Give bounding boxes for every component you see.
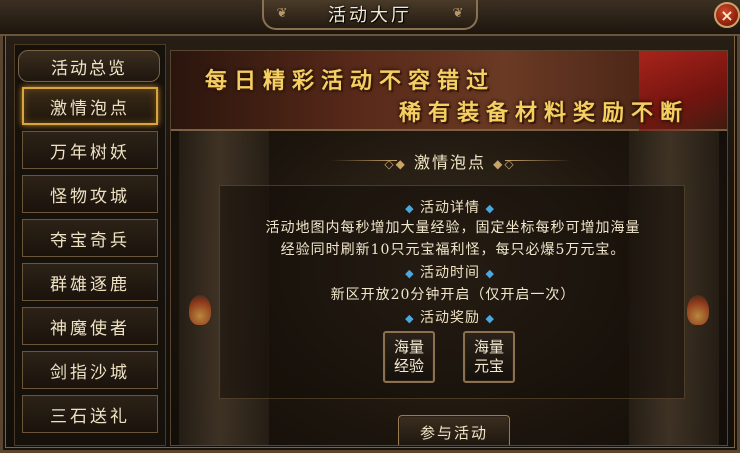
reward-item-ingots[interactable]: 海量 元宝 xyxy=(463,331,515,383)
sidebar-item-label: 三石送礼 xyxy=(50,406,130,427)
diamond-ornament-icon: ◆◇ xyxy=(493,157,516,171)
sidebar-item-tree-demon[interactable]: 万年树妖 xyxy=(22,131,158,169)
close-icon: × xyxy=(720,5,734,25)
details-text-line1: 活动地图内每秒增加大量经验，固定坐标每秒可增加海量 xyxy=(265,220,641,236)
sidebar-item-label: 神魔使者 xyxy=(50,318,130,339)
sidebar-item-label: 夺宝奇兵 xyxy=(50,230,130,251)
sidebar-item-label: 群雄逐鹿 xyxy=(50,274,130,295)
details-text-line2: 经验同时刷新10只元宝福利怪，每只必爆5万元宝。 xyxy=(280,242,626,258)
sidebar-item-three-stone-gift[interactable]: 三石送礼 xyxy=(22,395,158,433)
sidebar-item-label: 怪物攻城 xyxy=(50,186,130,207)
time-heading: ◆ 活动时间 ◆ xyxy=(405,265,495,281)
diamond-icon: ◆ xyxy=(485,267,495,280)
sidebar-item-god-demon-envoy[interactable]: 神魔使者 xyxy=(22,307,158,345)
scroll-ornament-icon: ❦ xyxy=(452,6,464,21)
promo-banner: 每日精彩活动不容错过 稀有装备材料奖励不断 xyxy=(171,51,727,131)
reward-label-line2: 经验 xyxy=(393,357,424,375)
reward-label-line2: 元宝 xyxy=(473,357,504,375)
sidebar-item-label: 剑指沙城 xyxy=(50,362,130,383)
activity-title: ◇◆ 激情泡点 ◆◇ xyxy=(384,153,516,172)
sidebar-item-sword-sand-city[interactable]: 剑指沙城 xyxy=(22,351,158,389)
diamond-icon: ◆ xyxy=(405,202,415,215)
banner-slogan-2: 稀有装备材料奖励不断 xyxy=(399,100,690,126)
time-text: 新区开放20分钟开启（仅开启一次） xyxy=(330,287,576,303)
sidebar-item-passion-bubble[interactable]: 激情泡点 xyxy=(22,87,158,125)
reward-label-line1: 海量 xyxy=(473,338,504,356)
sidebar-item-monster-siege[interactable]: 怪物攻城 xyxy=(22,175,158,213)
close-button[interactable]: × xyxy=(714,2,740,28)
join-activity-button[interactable]: 参与活动 xyxy=(398,415,510,445)
diamond-icon: ◆ xyxy=(405,267,415,280)
reward-item-experience[interactable]: 海量 经验 xyxy=(383,331,435,383)
sidebar-item-heroes-contest[interactable]: 群雄逐鹿 xyxy=(22,263,158,301)
title-plaque: ❦ 活动大厅 ❦ xyxy=(262,0,478,30)
reward-heading: ◆ 活动奖励 ◆ xyxy=(405,310,495,326)
banner-slogan-1: 每日精彩活动不容错过 xyxy=(205,68,496,94)
window-title: 活动大厅 xyxy=(328,5,412,26)
diamond-icon: ◆ xyxy=(485,202,495,215)
sidebar-header: 活动总览 xyxy=(18,50,160,82)
diamond-ornament-icon: ◇◆ xyxy=(384,157,407,171)
sidebar-item-label: 万年树妖 xyxy=(50,142,130,163)
sidebar-item-label: 激情泡点 xyxy=(50,98,130,119)
reward-label-line1: 海量 xyxy=(393,338,424,356)
sidebar-item-treasure-raiders[interactable]: 夺宝奇兵 xyxy=(22,219,158,257)
scroll-ornament-icon: ❦ xyxy=(276,6,288,21)
diamond-icon: ◆ xyxy=(485,312,495,325)
details-heading: ◆ 活动详情 ◆ xyxy=(405,200,495,216)
diamond-icon: ◆ xyxy=(405,312,415,325)
activity-detail-panel: 每日精彩活动不容错过 稀有装备材料奖励不断 ◇◆ 激情泡点 ◆◇ ◆ 活动详情 … xyxy=(170,50,728,446)
